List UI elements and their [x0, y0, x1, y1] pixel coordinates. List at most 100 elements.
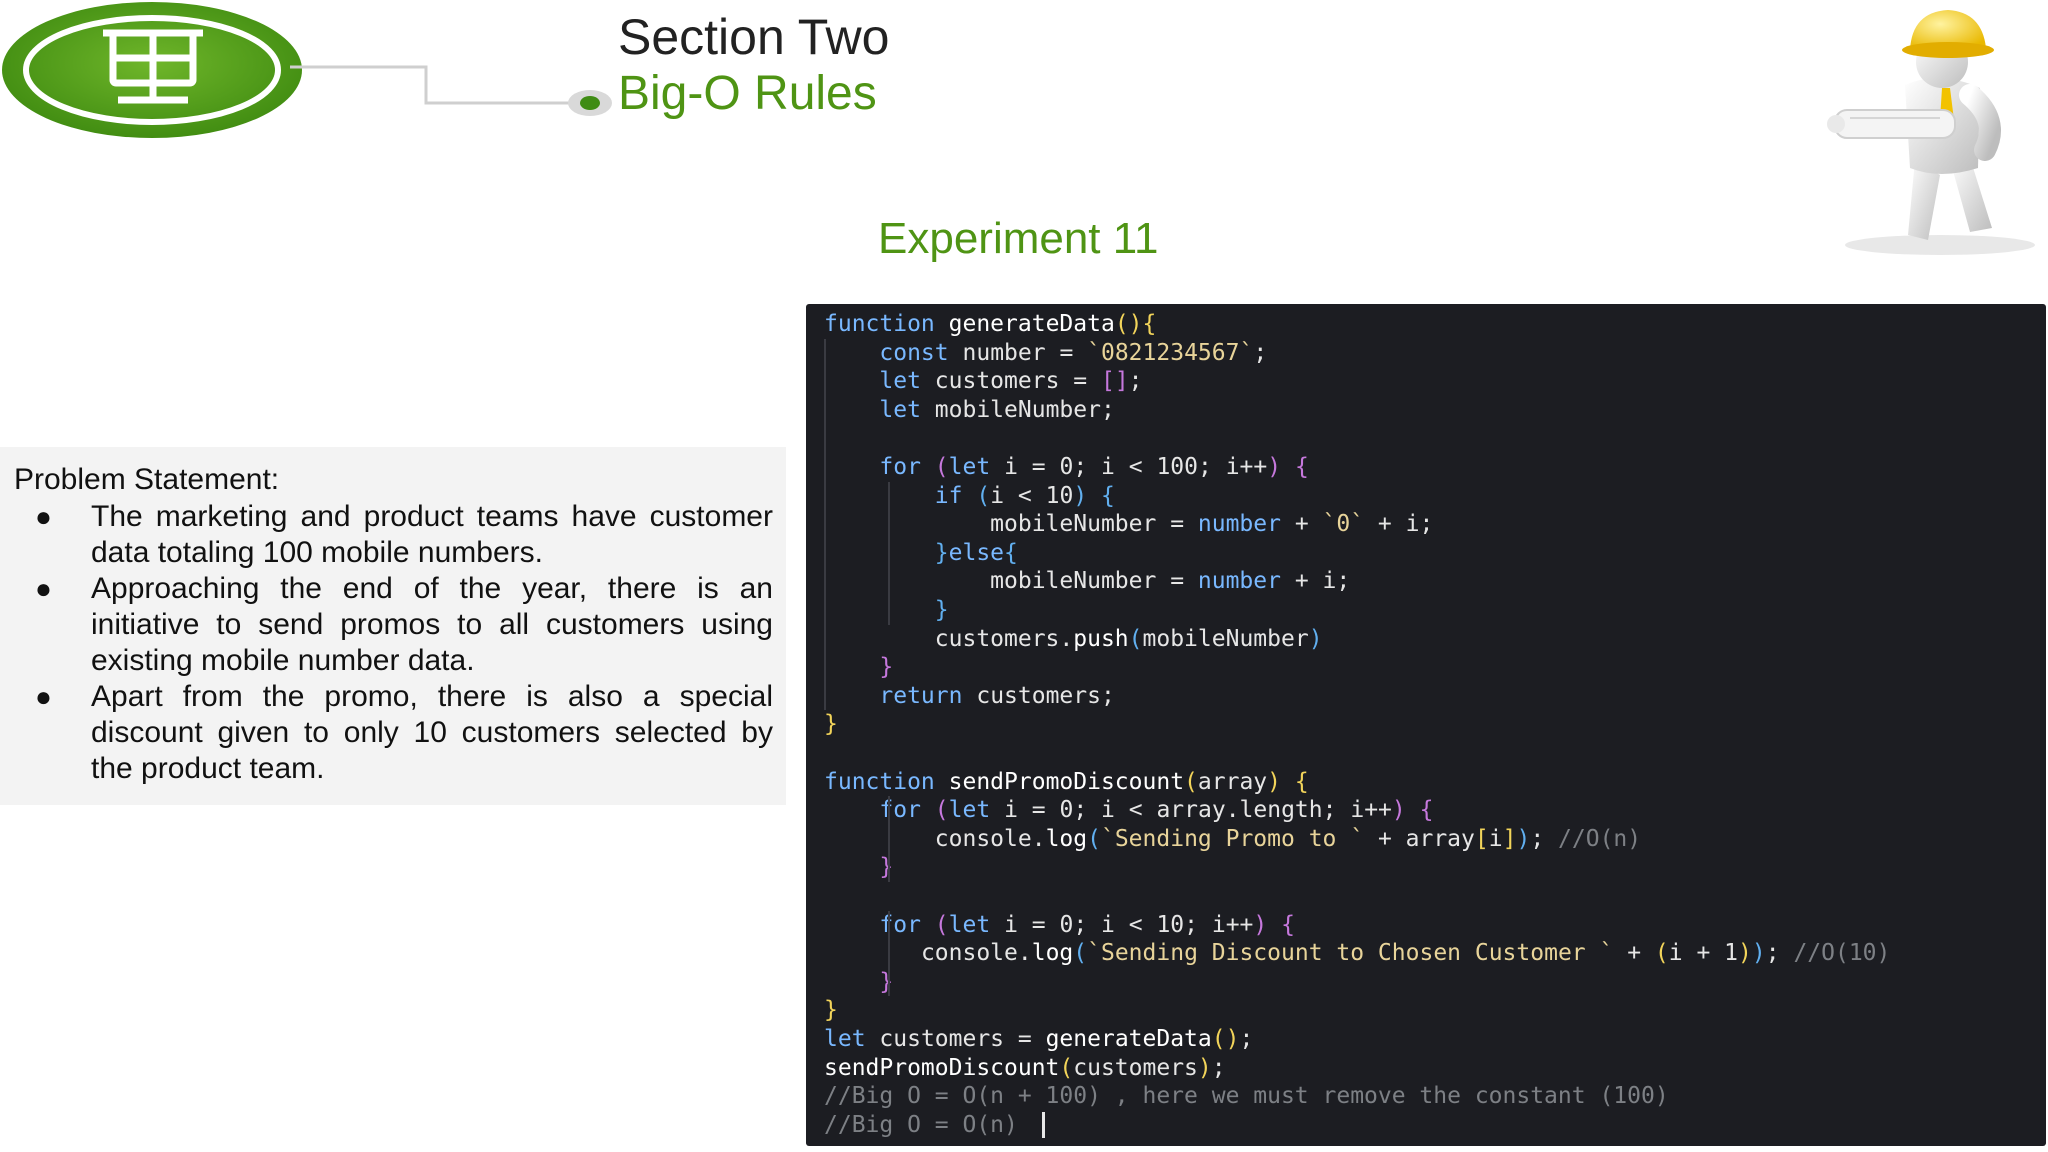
code-token: {	[1419, 797, 1434, 824]
code-line: }	[824, 596, 949, 624]
bullet-icon: ●	[35, 501, 52, 532]
code-token: +	[1364, 825, 1406, 852]
code-token: (	[1184, 768, 1198, 795]
code-token: customers	[934, 625, 1060, 652]
code-token: //Big O = O(n + 100) , here we must remo…	[824, 1083, 1669, 1110]
code-token: {	[1101, 482, 1115, 509]
code-line: sendPromoDiscount(customers);	[824, 1054, 1226, 1082]
code-token: )	[1253, 911, 1268, 938]
code-line: //Big O = O(n)	[824, 1111, 1018, 1139]
code-token: 0	[1059, 911, 1074, 938]
code-token: i	[1350, 797, 1365, 824]
code-token: sendPromoDiscount	[948, 768, 1185, 795]
code-token: i	[1004, 454, 1018, 480]
code-token: ;	[1197, 454, 1226, 480]
code-token: number	[1197, 568, 1281, 595]
code-line: }	[824, 996, 838, 1024]
code-token: //Big O = O(n)	[824, 1111, 1018, 1138]
code-token: `0`	[1322, 511, 1365, 538]
code-token: array	[1405, 825, 1475, 852]
code-token: =	[1045, 339, 1088, 366]
code-token: ++	[1225, 911, 1254, 938]
code-token: `Sending Promo to `	[1100, 825, 1365, 852]
construction-worker-icon	[1827, 10, 2035, 255]
code-line: }	[824, 710, 838, 738]
code-token: i	[1004, 911, 1018, 938]
indent-guide	[888, 796, 890, 882]
code-token: (	[1128, 625, 1143, 652]
code-token: //O(n)	[1558, 825, 1642, 852]
code-line: //Big O = O(n + 100) , here we must remo…	[824, 1082, 1669, 1110]
code-token: (	[1059, 1054, 1074, 1081]
code-token: 10	[1156, 911, 1185, 938]
code-line: function sendPromoDiscount(array) {	[824, 768, 1309, 796]
code-token: i	[1101, 797, 1115, 824]
code-token: let	[879, 368, 921, 395]
code-token: }	[879, 654, 894, 681]
presentation-board-icon	[2, 2, 302, 138]
code-token: ;	[1530, 825, 1559, 852]
code-token: ;	[1073, 454, 1102, 480]
code-token: (	[1654, 940, 1669, 967]
code-token: generateData	[1045, 1026, 1212, 1052]
code-token: )	[1308, 625, 1323, 652]
indent-guide	[888, 481, 890, 625]
code-line: for (let i = 0; i < 100; i++) {	[824, 453, 1308, 481]
code-token: (	[934, 454, 949, 480]
code-token: i	[1322, 568, 1337, 595]
code-token: if	[934, 482, 963, 509]
code-token: let	[948, 454, 991, 480]
code-token: i	[1211, 911, 1226, 938]
code-token: function	[824, 768, 935, 795]
code-token: function	[824, 311, 935, 337]
problem-item: ● The marketing and product teams have c…	[35, 499, 773, 571]
code-token: (	[934, 911, 949, 938]
code-token: =	[1156, 511, 1198, 538]
code-token: }	[934, 597, 949, 623]
code-token: =	[1017, 454, 1060, 480]
code-token: log	[1045, 825, 1088, 852]
code-token: ;	[1419, 511, 1434, 538]
code-token: +	[1280, 511, 1323, 538]
code-token: mobileNumber	[1142, 625, 1309, 652]
code-token: =	[1004, 1026, 1046, 1052]
code-token: ()	[1114, 311, 1143, 337]
code-token: ;	[1100, 396, 1115, 423]
problem-item-text: Apart from the promo, there is also a sp…	[91, 680, 773, 785]
code-token: array	[1197, 768, 1268, 795]
section-subtitle: Big-O Rules	[618, 67, 877, 120]
code-token: <	[1114, 454, 1157, 480]
code-token: )	[1073, 482, 1088, 509]
code-token: ;	[1073, 797, 1102, 824]
code-token: (	[976, 482, 991, 509]
code-token: 100	[1156, 454, 1198, 480]
code-token: `0821234567`	[1087, 339, 1254, 366]
experiment-title: Experiment 11	[878, 214, 1159, 263]
code-token: )	[1516, 825, 1531, 852]
code-token: =	[1017, 911, 1060, 938]
code-token: +	[1682, 940, 1725, 967]
code-token: customers	[934, 368, 1060, 395]
bullet-icon: ●	[35, 573, 52, 604]
connector-line	[290, 65, 612, 116]
code-line: let mobileNumber;	[824, 396, 1115, 424]
code-token: sendPromoDiscount	[824, 1054, 1060, 1081]
code-token: array	[1156, 797, 1226, 824]
